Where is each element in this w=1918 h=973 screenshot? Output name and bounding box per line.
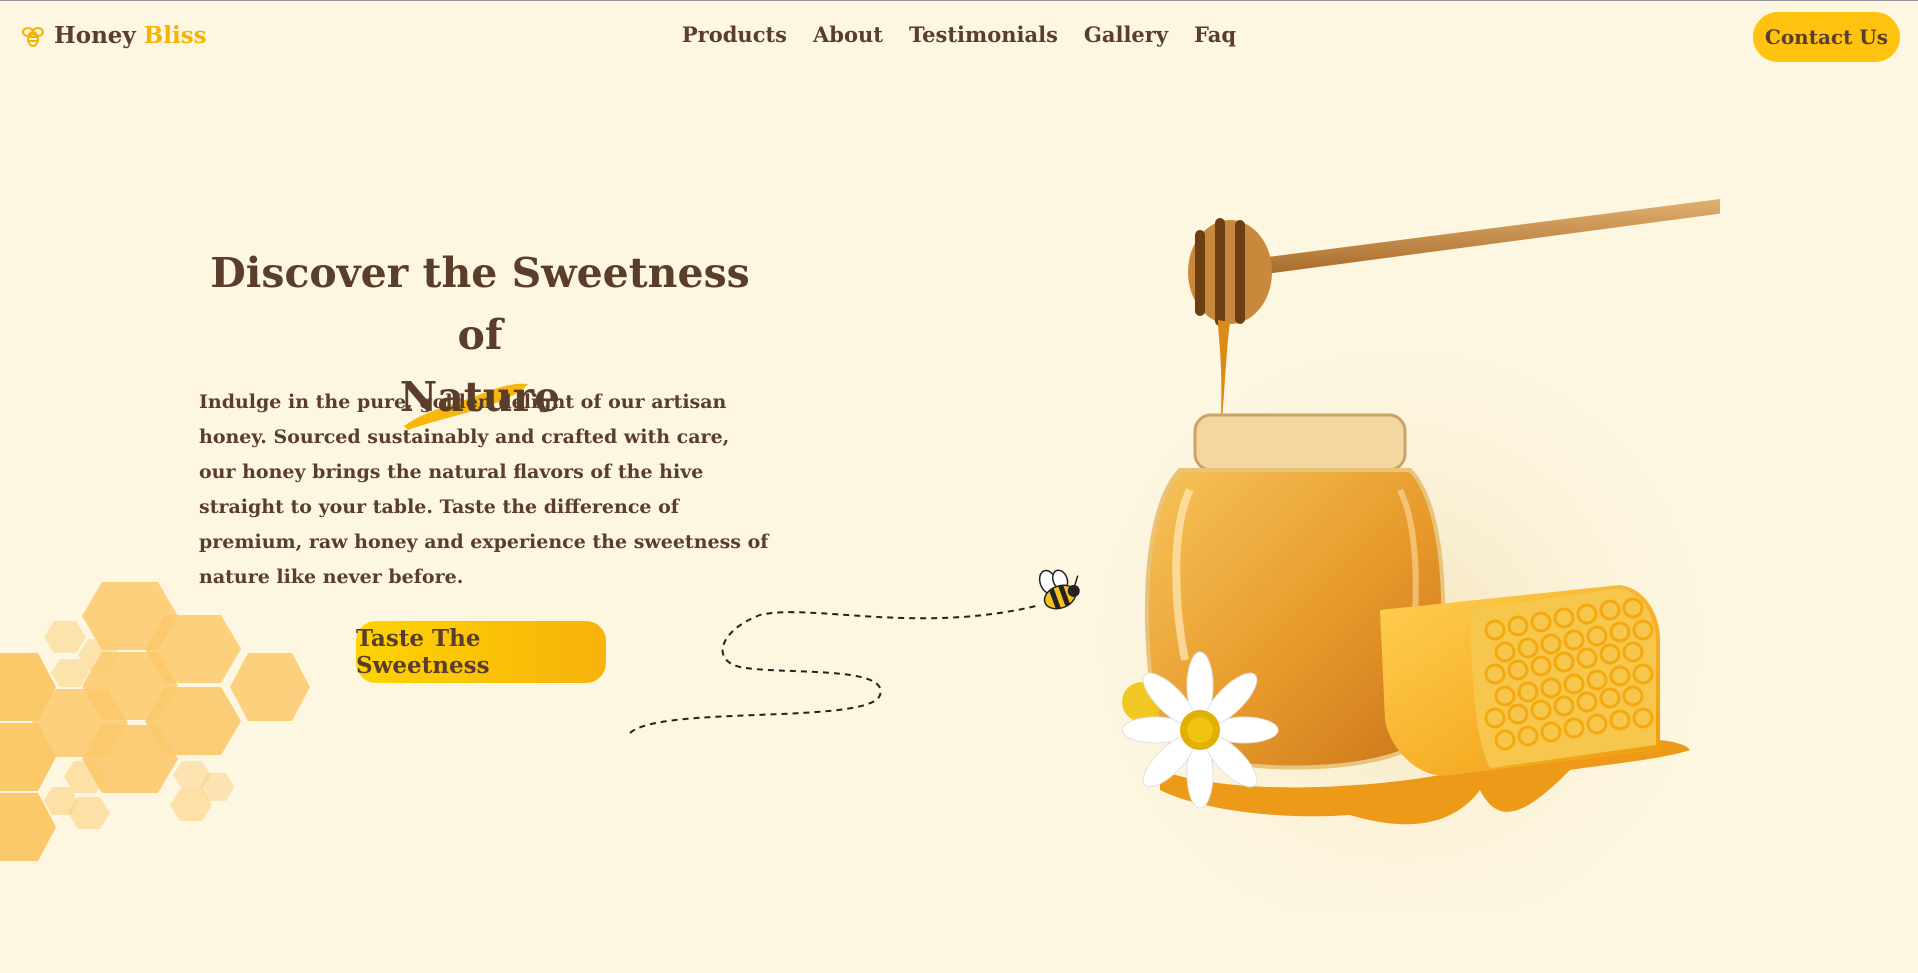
hero-title-highlight-wrap: Nature (399, 366, 561, 430)
daisy-flower (1121, 651, 1279, 809)
brand-name-first: Honey (54, 22, 136, 49)
hero-title-highlight: Nature (399, 373, 561, 421)
contact-us-button[interactable]: Contact Us (1752, 12, 1900, 62)
bee-flight-path (629, 569, 1080, 734)
brand-name-second: Bliss (143, 22, 207, 49)
nav-faq[interactable]: Faq (1194, 22, 1236, 47)
brand-logo[interactable]: Honey Bliss (20, 22, 207, 49)
nav-about[interactable]: About (813, 22, 883, 47)
hero-title-main: Discover the Sweetness of (210, 249, 750, 359)
bee-logo-icon (20, 23, 46, 49)
top-border (0, 0, 1918, 1)
taste-the-sweetness-button[interactable]: Taste The Sweetness (356, 621, 606, 683)
nav-testimonials[interactable]: Testimonials (909, 22, 1058, 47)
nav-gallery[interactable]: Gallery (1084, 22, 1168, 47)
main-nav: Products About Testimonials Gallery Faq (0, 22, 1918, 47)
honeycomb-piece (1380, 585, 1660, 776)
honeycomb-decoration (0, 582, 310, 861)
bee-icon (1038, 569, 1080, 610)
nav-products[interactable]: Products (682, 22, 787, 47)
honey-jar-illustration (1100, 198, 1720, 910)
